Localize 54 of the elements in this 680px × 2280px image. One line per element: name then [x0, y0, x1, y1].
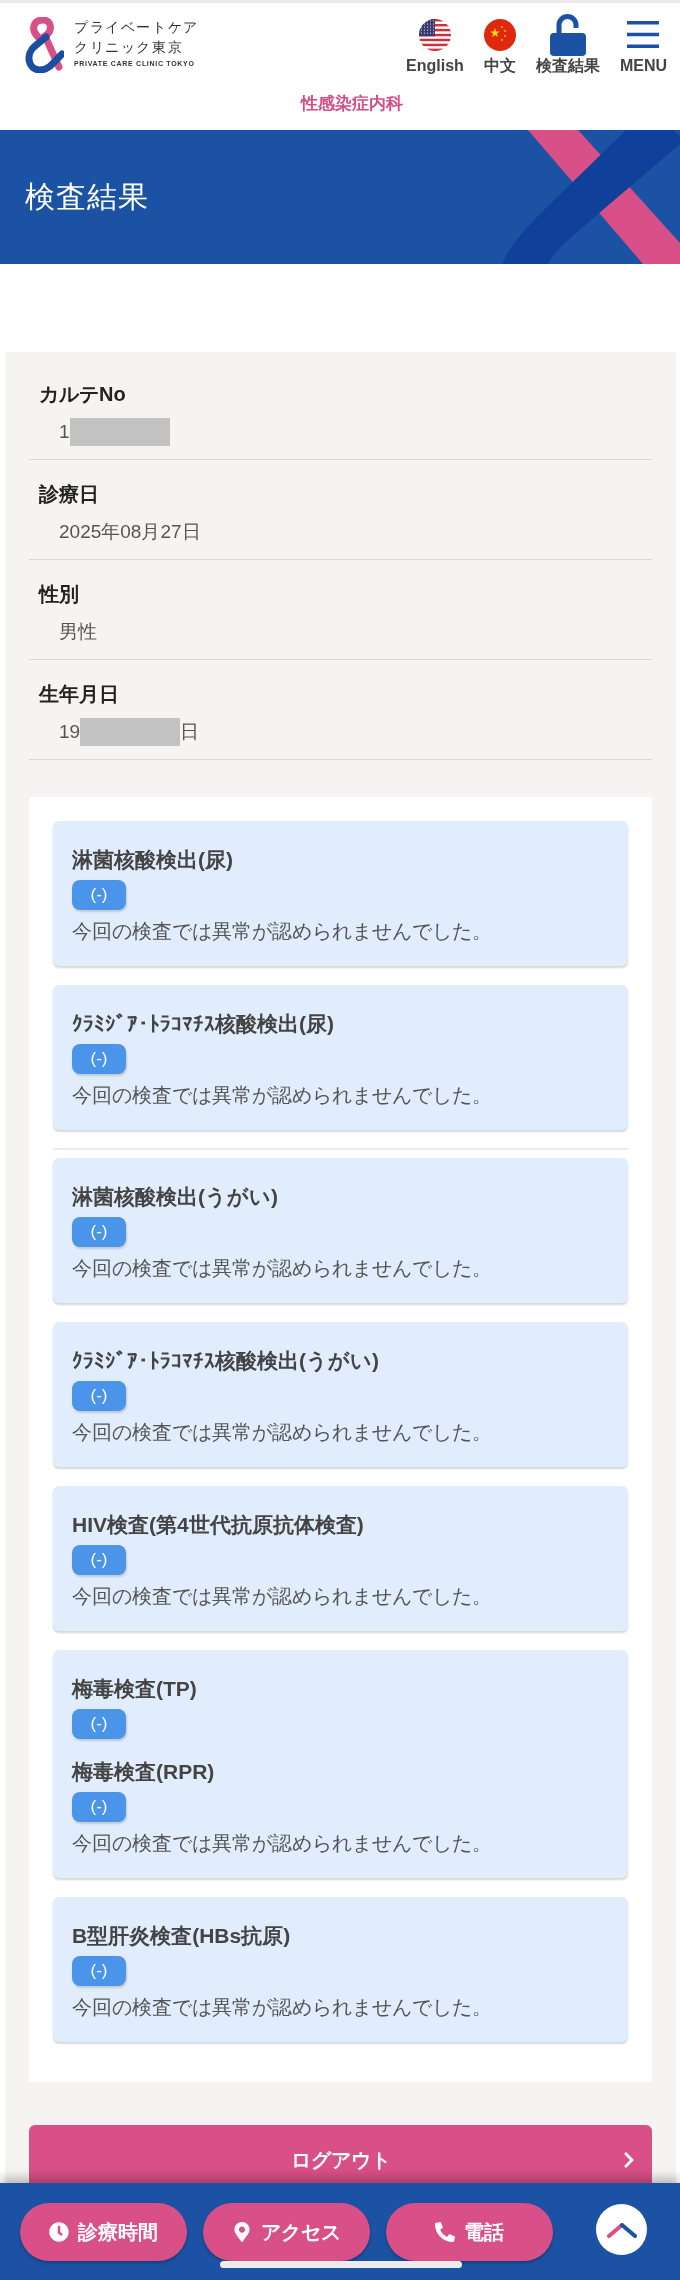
scroll-top-button[interactable]: [596, 2204, 647, 2255]
test-name: 淋菌核酸検出(うがい): [72, 1184, 278, 1211]
footer-link-button[interactable]: 診療時間: [20, 2203, 187, 2261]
field-value: 2025年08月27日: [59, 520, 201, 544]
result-message: 今回の検査では異常が認められませんでした。: [72, 1995, 492, 2020]
logo-name: クリニック東京: [74, 38, 184, 57]
page-title: 検査結果: [25, 179, 149, 215]
field-value: 19: [59, 720, 81, 744]
ampersand-logo-icon: [24, 17, 64, 73]
logo-name: プライベートケア: [74, 18, 199, 37]
phone-icon: [435, 2222, 455, 2242]
result-badge: (-): [72, 1217, 126, 1247]
clock-icon: [49, 2222, 69, 2242]
china-flag-icon: [483, 18, 516, 51]
caret-up-icon: [606, 2221, 637, 2238]
map-pin-icon: [232, 2222, 252, 2242]
result-message: 今回の検査では異常が認められませんでした。: [72, 1256, 492, 1281]
footer-link-button[interactable]: アクセス: [203, 2203, 370, 2261]
test-name: ｸﾗﾐｼﾞｱ･ﾄﾗｺﾏﾁｽ核酸検出(うがい): [72, 1348, 379, 1375]
result-message: 今回の検査では異常が認められませんでした。: [72, 1831, 492, 1856]
field-label: 生年月日: [39, 682, 119, 707]
menu-button[interactable]: MENU: [619, 13, 667, 76]
result-message: 今回の検査では異常が認められませんでした。: [72, 919, 492, 944]
field-value: 1: [59, 420, 70, 444]
result-badge: (-): [72, 1792, 126, 1822]
result-badge: (-): [72, 1381, 126, 1411]
result-badge: (-): [72, 880, 126, 910]
result-message: 今回の検査では異常が認められませんでした。: [72, 1083, 492, 1108]
result-badge: (-): [72, 1044, 126, 1074]
test-name: 淋菌核酸検出(尿): [72, 847, 233, 873]
menu-icon: [627, 21, 660, 48]
result-badge: (-): [72, 1545, 126, 1575]
test-name: 梅毒検査(TP): [72, 1676, 197, 1702]
field-label: 診療日: [39, 482, 99, 507]
logout-button[interactable]: ログアウト: [29, 2125, 652, 2183]
padlock-icon: [548, 13, 587, 56]
us-flag-icon: [419, 18, 451, 51]
test-name: ｸﾗﾐｼﾞｱ･ﾄﾗｺﾏﾁｽ核酸検出(尿): [72, 1011, 334, 1037]
result-badge: (-): [72, 1956, 126, 1986]
result-message: 今回の検査では異常が認められませんでした。: [72, 1584, 492, 1609]
field-value: 日: [180, 720, 200, 744]
field-label: 性別: [39, 582, 79, 607]
language-link[interactable]: 中文: [483, 13, 516, 76]
results-link[interactable]: 検査結果: [535, 13, 600, 76]
department-label: 性感染症内科: [300, 93, 403, 115]
field-label: カルテNo: [39, 382, 126, 407]
footer-link-button[interactable]: 電話: [386, 2203, 553, 2261]
field-value: 男性: [59, 620, 97, 644]
language-link[interactable]: English: [406, 13, 464, 76]
test-name: B型肝炎検査(HBs抗原): [72, 1923, 291, 1949]
result-message: 今回の検査では異常が認められませんでした。: [72, 1420, 492, 1445]
result-badge: (-): [72, 1709, 126, 1739]
test-name: 梅毒検査(RPR): [72, 1759, 215, 1785]
test-name: HIV検査(第4世代抗原抗体検査): [72, 1512, 364, 1538]
